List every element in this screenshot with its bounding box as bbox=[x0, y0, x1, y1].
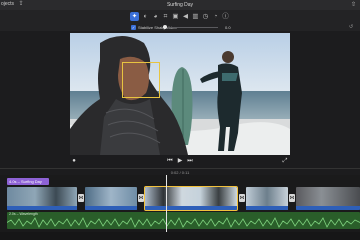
skip-forward-icon[interactable]: ⏭ bbox=[186, 156, 194, 166]
color-balance-icon[interactable]: ◐ bbox=[141, 12, 150, 21]
reset-icon[interactable]: ↺ bbox=[349, 24, 353, 30]
volume-icon[interactable]: ◀ bbox=[181, 12, 190, 21]
window-title: Surfing Day bbox=[166, 1, 194, 8]
color-correction-icon[interactable]: ◕ bbox=[151, 12, 160, 21]
playhead[interactable] bbox=[166, 175, 167, 240]
timeline[interactable]: 4.0s – Surfing Day ⋈ ⋈ ⋈ ⋈ 2.0s – Wavele… bbox=[0, 175, 360, 240]
video-frame bbox=[70, 33, 290, 155]
stabilization-icon[interactable]: ▣ bbox=[171, 12, 180, 21]
video-track: ⋈ ⋈ ⋈ ⋈ bbox=[7, 186, 360, 211]
viewer-controls: ● ⏮ ▶ ⏭ ⤢ bbox=[0, 155, 360, 167]
timecode-bar: 0:02 / 0:11 bbox=[0, 168, 360, 175]
timeline-bottom-bar bbox=[0, 232, 360, 240]
title-clip[interactable]: 4.0s – Surfing Day bbox=[7, 178, 49, 185]
stabilize-value: 0.0 bbox=[225, 24, 231, 30]
video-clip[interactable] bbox=[296, 187, 360, 210]
title-bar: ojects ⇪ Surfing Day ⇧ bbox=[0, 0, 360, 10]
fullscreen-icon[interactable]: ⤢ bbox=[281, 156, 289, 166]
info-icon[interactable]: ⓘ bbox=[221, 12, 230, 21]
transition-icon[interactable]: ⋈ bbox=[289, 194, 295, 202]
left-panel bbox=[0, 23, 20, 173]
play-icon[interactable]: ▶ bbox=[176, 156, 184, 166]
transition-icon[interactable]: ⋈ bbox=[78, 194, 84, 202]
video-clip[interactable] bbox=[246, 187, 288, 210]
skip-back-icon[interactable]: ⏮ bbox=[166, 156, 174, 166]
microphone-icon[interactable]: ● bbox=[70, 156, 78, 166]
video-viewer[interactable] bbox=[70, 33, 290, 155]
speed-icon[interactable]: ◷ bbox=[201, 12, 210, 21]
export-icon[interactable]: ⇧ bbox=[351, 1, 356, 8]
adjustment-toolbar: ✦ ◐ ◕ ⌗ ▣ ◀ ▥ ◷ ◔ ⓘ bbox=[0, 10, 360, 23]
noise-reduction-icon[interactable]: ▥ bbox=[191, 12, 200, 21]
selected-video-clip[interactable] bbox=[144, 186, 238, 211]
transition-icon[interactable]: ⋈ bbox=[239, 194, 245, 202]
slider-knob[interactable] bbox=[163, 24, 167, 29]
filter-icon[interactable]: ◔ bbox=[211, 12, 220, 21]
video-clip[interactable] bbox=[85, 187, 137, 210]
audio-waveform bbox=[7, 217, 360, 228]
video-clip[interactable] bbox=[7, 187, 77, 210]
stabilize-checkbox[interactable]: ✓ bbox=[131, 24, 136, 30]
transition-icon[interactable]: ⋈ bbox=[138, 194, 144, 202]
magic-wand-icon[interactable]: ✦ bbox=[130, 12, 139, 21]
stabilize-slider[interactable] bbox=[163, 24, 218, 29]
crop-icon[interactable]: ⌗ bbox=[161, 12, 170, 21]
stabilize-controls: ✓ Stabilize Shaky Video 0.0 ↺ bbox=[0, 23, 360, 31]
audio-track[interactable]: 2.0s – Wavelength bbox=[7, 212, 360, 229]
face-detection-box bbox=[122, 62, 160, 98]
